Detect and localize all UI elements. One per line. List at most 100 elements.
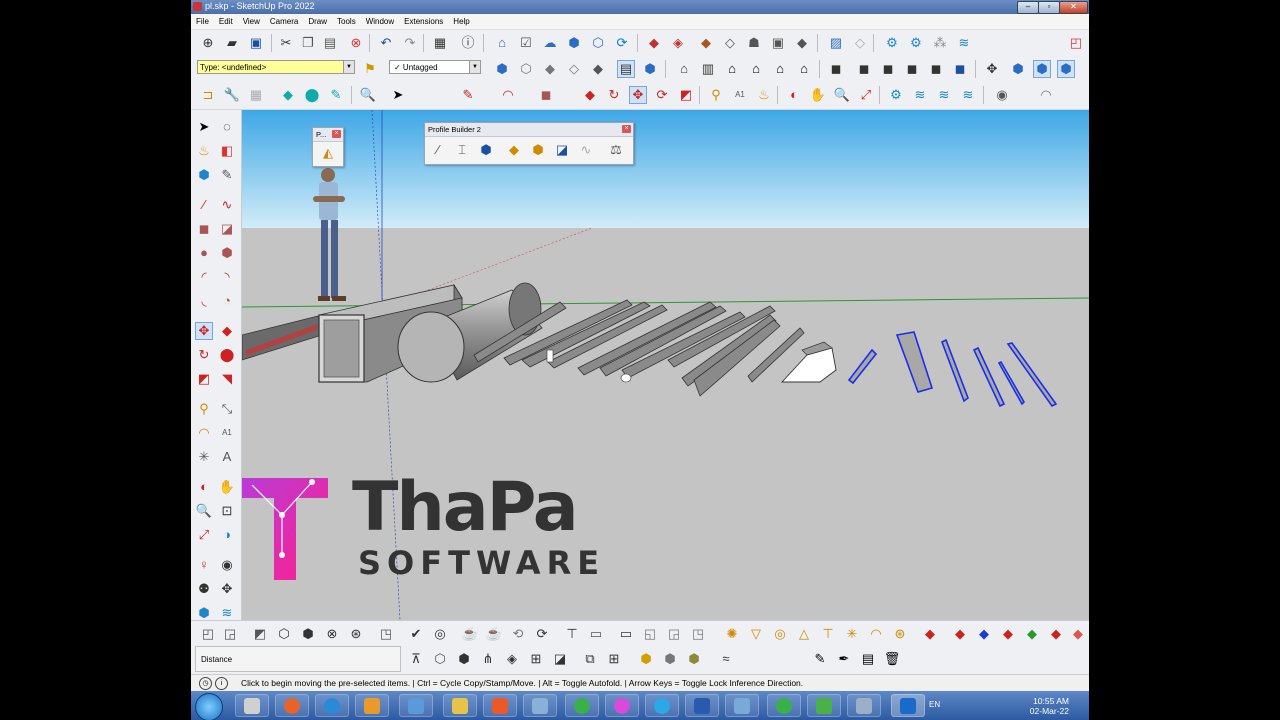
rotate-icon[interactable]: ↻ (605, 86, 623, 104)
paste-icon[interactable]: ▤ (321, 34, 339, 52)
paint-tool-icon[interactable]: ♨ (195, 142, 213, 160)
pb-path-icon[interactable]: ∿ (577, 141, 595, 159)
fredo-tools-3-icon[interactable]: ◆ (999, 625, 1017, 643)
menu-tools[interactable]: Tools (332, 14, 361, 29)
house-front-icon[interactable]: ▥ (699, 60, 717, 78)
tape-measure-icon[interactable]: ⚲ (707, 86, 725, 104)
shaded-style-icon[interactable]: ▤ (617, 60, 635, 78)
paint-bucket-icon[interactable]: ♨ (755, 86, 773, 104)
olive-cube-icon[interactable]: ⬢ (685, 650, 703, 668)
dome-icon[interactable]: ◠ (867, 625, 885, 643)
text-tool-icon[interactable]: A1 (731, 86, 749, 104)
taskbar-sketchup[interactable] (891, 694, 925, 717)
cube-select-alt-icon[interactable]: ⬢ (1057, 60, 1075, 78)
zoom-window-icon[interactable]: ⊡ (218, 502, 236, 520)
look-around-icon[interactable]: ◉ (218, 556, 236, 574)
fredo-tools-4-icon[interactable]: ◆ (1023, 625, 1041, 643)
axes-tool-icon[interactable]: ✳ (195, 448, 213, 466)
spring-icon[interactable]: ≈ (717, 650, 735, 668)
stack-tree-icon[interactable]: ⊞ (605, 650, 623, 668)
section-cut-icon[interactable]: ◼ (855, 60, 873, 78)
frame-2-icon[interactable]: ◲ (665, 625, 683, 643)
fredo-tools-6-icon[interactable]: ◆ (1069, 625, 1087, 643)
trash-icon[interactable]: 🗑 (883, 650, 901, 668)
solid-icon[interactable]: ⊛ (347, 625, 365, 643)
pan-tool-icon[interactable]: ✋ (218, 478, 236, 496)
stack-icon[interactable]: ≋ (935, 86, 953, 104)
front-view-icon[interactable]: ◆ (541, 60, 559, 78)
tape-tool-icon[interactable]: ⚲ (195, 400, 213, 418)
taskbar-chrome[interactable] (565, 694, 599, 717)
title-bar[interactable]: pl.skp - SketchUp Pro 2022 – ▫ ✕ (191, 0, 1089, 14)
rotated-rect-icon[interactable]: ◪ (218, 220, 236, 238)
previous-view-icon[interactable]: ◑ (218, 526, 236, 544)
cube-explode-icon[interactable]: ⬢ (455, 650, 473, 668)
geo-location-icon[interactable]: ◷ (199, 677, 212, 690)
taskbar-firefox[interactable] (275, 694, 309, 717)
offset-tool-icon[interactable]: ◥ (218, 370, 236, 388)
taskbar-folder[interactable] (443, 694, 477, 717)
close-icon[interactable]: × (622, 125, 631, 133)
extension-warehouse-icon[interactable]: ⬢ (565, 34, 583, 52)
funnel-icon[interactable]: ▽ (747, 625, 765, 643)
section-plane-icon[interactable]: ◼ (827, 60, 845, 78)
menu-window[interactable]: Window (361, 14, 399, 29)
rectangle-tool-icon[interactable]: ◼ (195, 220, 213, 238)
arc3-tool-icon[interactable]: ◟ (195, 292, 213, 310)
section-blue-icon[interactable]: ◼ (951, 60, 969, 78)
taskbar-ie[interactable] (315, 694, 349, 717)
textured-style-icon[interactable]: ⬢ (641, 60, 659, 78)
grass-icon[interactable]: ⋔ (479, 650, 497, 668)
outer-shell-icon[interactable]: ◰ (199, 625, 217, 643)
edit-square-icon[interactable]: ◪ (551, 650, 569, 668)
component-icon[interactable]: ⬡ (589, 34, 607, 52)
taskbar-explorer[interactable] (399, 694, 433, 717)
select-tool-icon[interactable]: ➤ (195, 118, 213, 136)
line-pencil-icon[interactable]: ✎ (459, 86, 477, 104)
type-selector[interactable]: Type: <undefined> ▼ (197, 60, 355, 74)
3d-text-icon[interactable]: A (218, 448, 236, 466)
back-view-icon[interactable]: ◆ (589, 60, 607, 78)
house-icon[interactable]: ⌂ (723, 60, 741, 78)
taskbar-brave[interactable] (483, 694, 517, 717)
arc-tool-icon[interactable]: ◜ (195, 268, 213, 286)
check-icon[interactable]: ☑ (517, 34, 535, 52)
taskbar-word[interactable] (685, 694, 719, 717)
model-viewport[interactable]: ThaPa SOFTWARE P... × ◭ Profile Builder … (242, 110, 1089, 620)
sun-settings-icon[interactable]: ✺ (723, 625, 741, 643)
profile-icon[interactable]: ◭ (319, 144, 337, 162)
zoom-alt-icon[interactable]: 🔍 (833, 86, 851, 104)
pencil-tool-icon[interactable]: ∕ (195, 196, 213, 214)
plugin-pipe-icon[interactable]: ⊐ (199, 86, 217, 104)
maximize-button[interactable]: ▫ (1038, 1, 1060, 14)
close-icon[interactable]: × (332, 130, 341, 138)
profile-builder-header[interactable]: Profile Builder 2 × (425, 123, 633, 137)
position-camera-icon[interactable]: ♀ (195, 556, 213, 574)
taskbar-skype[interactable] (645, 694, 679, 717)
fredo-tools-5-icon[interactable]: ◆ (1047, 625, 1065, 643)
measurements-box[interactable]: Distance (195, 646, 401, 672)
arc2-tool-icon[interactable]: ◝ (218, 268, 236, 286)
pb-balance-icon[interactable]: ⚖ (607, 141, 625, 159)
protractor-tool-icon[interactable]: ◠ (195, 424, 213, 442)
check-solid-icon[interactable]: ✔ (407, 625, 425, 643)
gear-settings-icon[interactable]: ≋ (911, 86, 929, 104)
menu-edit[interactable]: Edit (214, 14, 238, 29)
scale-icon[interactable]: ◩ (677, 86, 695, 104)
pan-icon[interactable]: ✋ (809, 86, 827, 104)
pb-pencil-icon[interactable]: ∕ (429, 141, 447, 159)
polygon-tool-icon[interactable]: ⬢ (218, 244, 236, 262)
house-section-icon[interactable]: ⌂ (795, 60, 813, 78)
menu-file[interactable]: File (191, 14, 214, 29)
language-indicator[interactable]: EN (929, 700, 940, 709)
teapot-icon[interactable]: ☕ (461, 625, 479, 643)
scale-tool-icon[interactable]: ◩ (195, 370, 213, 388)
copy-icon[interactable]: ❐ (299, 34, 317, 52)
stack-export-icon[interactable]: ⧉ (581, 650, 599, 668)
new-icon[interactable]: ⊕ (199, 34, 217, 52)
rotate-red-icon[interactable]: ⟳ (653, 86, 671, 104)
marker-alt-icon[interactable]: ✒ (835, 650, 853, 668)
taskbar-app-16[interactable] (847, 694, 881, 717)
eraser-icon[interactable]: ◧ (218, 142, 236, 160)
align-icon[interactable]: ▭ (587, 625, 605, 643)
